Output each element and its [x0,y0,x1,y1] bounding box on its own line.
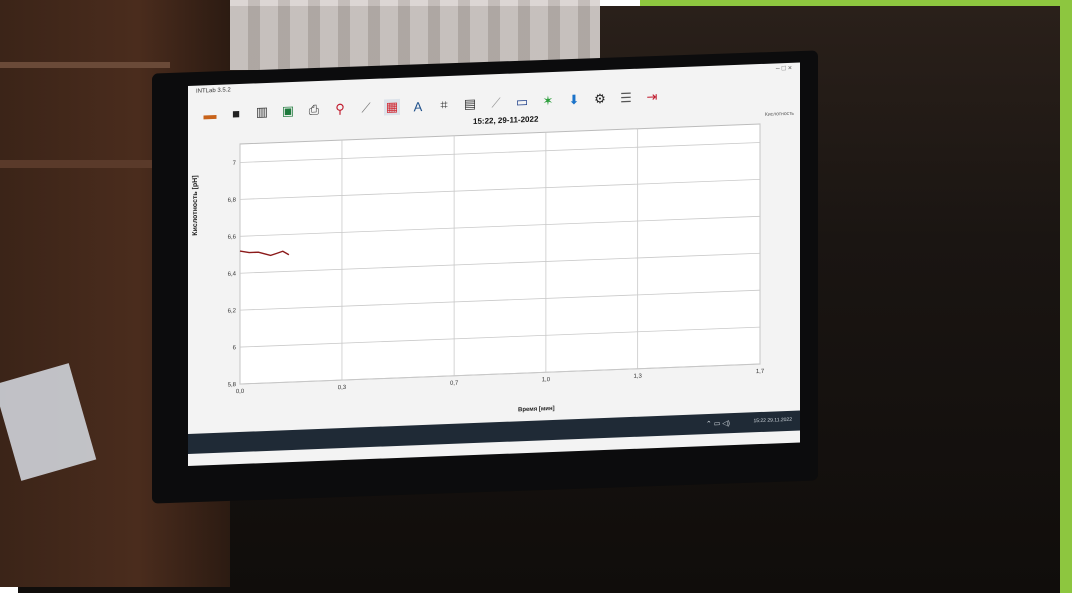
shelf [0,62,170,68]
y-tick-label: 6 [233,345,237,351]
y-tick-label: 6,4 [228,271,237,277]
download-icon[interactable]: ⬇ [566,92,582,109]
grid-icon[interactable]: ▦ [384,98,400,116]
window-controls[interactable]: – □ × [776,65,792,73]
excel-icon[interactable]: ▣ [280,103,296,120]
x-tick-label: 1,7 [756,369,765,375]
tray-icons: ⌃ ▭ ◁) [705,420,730,429]
sensor-icon[interactable]: ▭ [514,94,530,111]
y-tick-label: 7 [233,161,237,167]
monitor-screen: INTLab 3.5.2 – □ × ▬ ■ ▥ ▣ ⎙ ⚲ ⟋ ▦ A ⌗ ▤… [188,62,800,467]
x-tick-label: 1,3 [633,374,642,380]
plot-area: 5,8 6 6,2 6,4 6,6 6,8 7 0,0 0,3 0,7 1,0 1,3 1,7 [228,123,765,395]
shelf [0,160,170,168]
y-tick-label: 6,6 [228,234,237,240]
save-icon[interactable]: ■ [228,105,244,122]
chart-icon[interactable]: ⟋ [358,100,374,117]
x-tick-label: 0,0 [236,389,245,395]
list-icon[interactable]: ☰ [618,90,634,107]
plot-frame [239,123,761,385]
x-axis-label: Время [мин] [518,405,555,414]
chart-title: 15:22, 29-11-2022 [473,114,539,127]
text-icon[interactable]: A [410,98,426,115]
line-chart-icon[interactable]: ⟋ [488,95,504,112]
tray-date: 29.11.2022 [767,416,792,424]
y-tick-label: 6,8 [228,198,237,204]
slide-accent-bar [1060,0,1072,593]
tray-time: 15:22 [753,417,766,425]
y-tick-label: 6,2 [228,308,237,314]
window-title: INTLab 3.5.2 [196,87,231,95]
tray-clock[interactable]: 15:22 29.11.2022 [753,417,792,424]
x-tick-label: 1,0 [542,377,551,383]
x-tick-label: 0,3 [338,385,347,391]
print-icon[interactable]: ⎙ [306,102,322,119]
gear-icon[interactable]: ⚙ [592,91,608,108]
crop-icon[interactable]: ⌗ [436,97,452,114]
calculator-icon[interactable]: ▤ [462,96,478,113]
run-icon[interactable]: ✶ [540,93,556,110]
exit-icon[interactable]: ⇥ [644,89,660,106]
y-axis-label: Кислотность [pH] [192,175,199,236]
book-icon[interactable]: ▥ [254,104,270,121]
folder-icon[interactable]: ▬ [202,106,218,123]
y-tick-label: 5,8 [228,382,237,388]
slide-accent-top [640,0,1060,6]
zoom-icon[interactable]: ⚲ [332,101,348,118]
x-tick-label: 0,7 [450,381,459,387]
